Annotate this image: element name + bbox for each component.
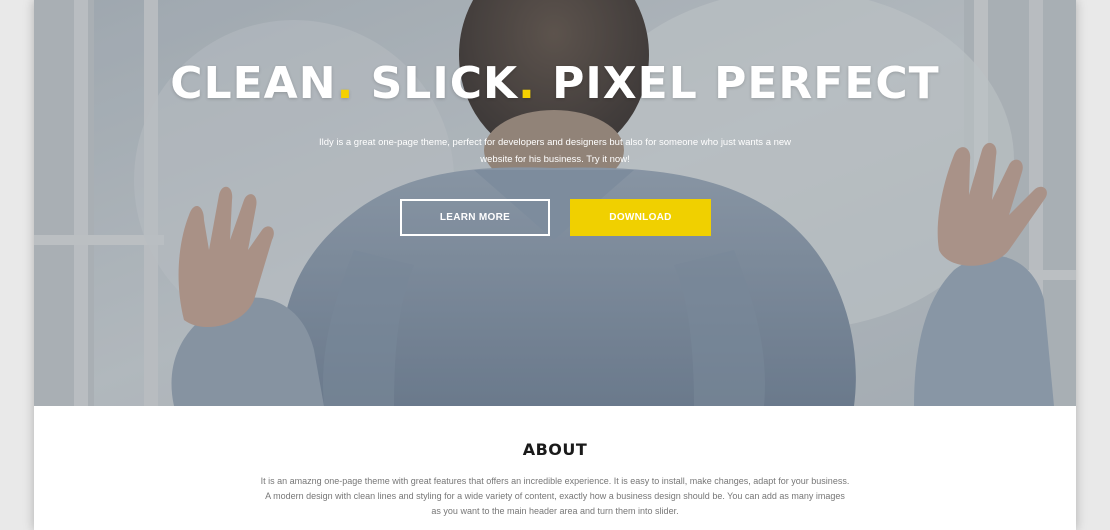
page-container: CLEAN. SLICK. PIXEL PERFECT Ildy is a gr…: [34, 0, 1076, 530]
hero-section: CLEAN. SLICK. PIXEL PERFECT Ildy is a gr…: [34, 0, 1076, 406]
download-button[interactable]: DOWNLOAD: [570, 199, 711, 236]
hero-title-word-pixel-perfect: PIXEL PERFECT: [535, 58, 940, 109]
learn-more-button[interactable]: LEARN MORE: [400, 199, 550, 236]
hero-title-word-clean: CLEAN: [170, 58, 337, 109]
hero-title: CLEAN. SLICK. PIXEL PERFECT: [34, 58, 1076, 109]
hero-title-dot: .: [336, 58, 355, 109]
hero-title-word-slick: SLICK: [354, 58, 519, 109]
hero-content: CLEAN. SLICK. PIXEL PERFECT Ildy is a gr…: [34, 0, 1076, 406]
hero-description: Ildy is a great one-page theme, perfect …: [318, 137, 792, 165]
about-section: ABOUT It is an amazng one-page theme wit…: [34, 406, 1076, 530]
hero-title-dot: .: [518, 58, 536, 109]
about-text: It is an amazng one-page theme with grea…: [260, 476, 850, 516]
about-title: ABOUT: [522, 440, 588, 459]
